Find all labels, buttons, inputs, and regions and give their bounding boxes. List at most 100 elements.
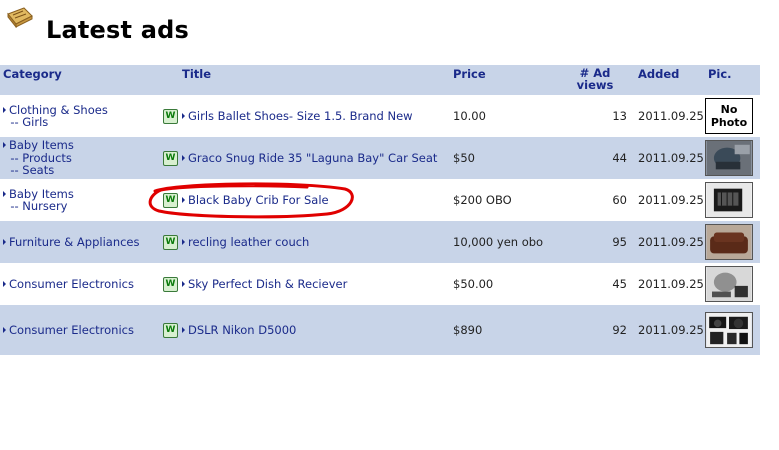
category-text: Consumer Electronics: [9, 276, 134, 291]
triangle-bullet-icon: [182, 196, 185, 203]
pic-cell: [705, 221, 760, 263]
added-cell: 2011.09.25: [630, 95, 705, 137]
added-cell: 2011.09.25: [630, 305, 705, 355]
category-link[interactable]: Baby Items -- Nursery: [3, 187, 157, 213]
w-badge-icon[interactable]: W: [163, 192, 178, 208]
category-cell: Furniture & Appliances: [0, 221, 160, 263]
category-line[interactable]: Consumer Electronics: [3, 278, 157, 291]
table-header-row: Category Title Price # Ad views Added Pi…: [0, 65, 760, 95]
triangle-bullet-icon: [3, 142, 6, 149]
dish-photo[interactable]: [705, 266, 760, 302]
page-header: Latest ads: [0, 0, 779, 60]
price-cell: 10,000 yen obo: [450, 221, 560, 263]
triangle-bullet-icon: [182, 112, 185, 119]
category-link[interactable]: Consumer Electronics: [3, 278, 157, 291]
category-line[interactable]: -- Nursery: [3, 200, 157, 213]
table-row: Baby Items -- Products -- Seats W Graco Sn…: [0, 137, 760, 179]
price-cell: $200 OBO: [450, 179, 560, 221]
w-badge-icon[interactable]: W: [163, 234, 178, 250]
ad-title-link[interactable]: Girls Ballet Shoes- Size 1.5. Brand New: [188, 109, 413, 123]
category-link[interactable]: Furniture & Appliances: [3, 236, 157, 249]
triangle-bullet-icon: [3, 238, 6, 245]
views-cell: 60: [560, 179, 630, 221]
table-row: Furniture & Appliances Wrecling leather c…: [0, 221, 760, 263]
category-text: -- Girls: [10, 115, 49, 129]
triangle-bullet-icon: [3, 280, 6, 287]
ad-title-link[interactable]: Black Baby Crib For Sale: [188, 193, 329, 207]
title-cell: W Graco Snug Ride 35 "Laguna Bay" Car Sea…: [160, 137, 450, 179]
ad-title-link[interactable]: recling leather couch: [188, 235, 309, 249]
w-badge-icon[interactable]: W: [163, 322, 178, 338]
pic-cell: [705, 263, 760, 305]
title-cell: W Black Baby Crib For Sale: [160, 179, 450, 221]
pic-cell: [705, 137, 760, 179]
header-price[interactable]: Price: [450, 65, 560, 95]
crib-photo[interactable]: [705, 182, 760, 218]
title-cell: W DSLR Nikon D5000: [160, 305, 450, 355]
price-cell: $50.00: [450, 263, 560, 305]
views-cell: 92: [560, 305, 630, 355]
triangle-bullet-icon: [182, 154, 185, 161]
triangle-bullet-icon: [182, 326, 185, 333]
category-text: Furniture & Appliances: [9, 234, 140, 249]
table-row: Consumer Electronics W Sky Perfect Dish & …: [0, 263, 760, 305]
triangle-bullet-icon: [3, 106, 6, 113]
views-cell: 44: [560, 137, 630, 179]
triangle-bullet-icon: [3, 190, 6, 197]
no-photo-placeholder[interactable]: No Photo: [705, 98, 753, 134]
title-cell: W Girls Ballet Shoes- Size 1.5. Brand New: [160, 95, 450, 137]
ad-title-link[interactable]: DSLR Nikon D5000: [188, 323, 296, 337]
category-text: -- Nursery: [10, 199, 68, 213]
category-line[interactable]: Furniture & Appliances: [3, 236, 157, 249]
category-cell: Baby Items -- Products -- Seats: [0, 137, 160, 179]
category-link[interactable]: Consumer Electronics: [3, 324, 157, 337]
w-badge-icon[interactable]: W: [163, 108, 178, 124]
header-pic: Pic.: [705, 65, 760, 95]
category-cell: Baby Items -- Nursery: [0, 179, 160, 221]
category-cell: Clothing & Shoes -- Girls: [0, 95, 160, 137]
ad-title-link[interactable]: Graco Snug Ride 35 "Laguna Bay" Car Seat: [188, 151, 437, 165]
header-views-label: # Ad views: [576, 66, 614, 92]
price-cell: $890: [450, 305, 560, 355]
page-title: Latest ads: [46, 16, 190, 44]
header-title[interactable]: Title: [160, 65, 450, 95]
car-seat-photo[interactable]: [705, 140, 760, 176]
category-link[interactable]: Clothing & Shoes -- Girls: [3, 103, 157, 129]
category-line[interactable]: Consumer Electronics: [3, 324, 157, 337]
category-line[interactable]: -- Girls: [3, 116, 157, 129]
header-views[interactable]: # Ad views: [560, 65, 630, 95]
views-cell: 45: [560, 263, 630, 305]
couch-photo[interactable]: [705, 224, 760, 260]
table-row: Baby Items -- Nursery W Black Baby Crib Fo…: [0, 179, 760, 221]
no-photo-text: No Photo: [710, 103, 748, 129]
added-cell: 2011.09.25: [630, 179, 705, 221]
views-cell: 13: [560, 95, 630, 137]
ad-title-link[interactable]: Sky Perfect Dish & Reciever: [188, 277, 347, 291]
category-cell: Consumer Electronics: [0, 263, 160, 305]
title-cell: W Sky Perfect Dish & Reciever: [160, 263, 450, 305]
header-added[interactable]: Added: [630, 65, 705, 95]
pic-cell: [705, 179, 760, 221]
added-cell: 2011.09.25: [630, 137, 705, 179]
triangle-bullet-icon: [182, 238, 185, 245]
category-link[interactable]: Baby Items -- Products -- Seats: [3, 139, 157, 177]
category-text: Consumer Electronics: [9, 322, 134, 337]
camera-photo[interactable]: [705, 312, 760, 348]
header-category[interactable]: Category: [0, 65, 160, 95]
w-badge-icon[interactable]: W: [163, 150, 178, 166]
title-cell: Wrecling leather couch: [160, 221, 450, 263]
table-row: Clothing & Shoes -- Girls W Girls Ballet S…: [0, 95, 760, 137]
added-cell: 2011.09.25: [630, 221, 705, 263]
price-cell: 10.00: [450, 95, 560, 137]
pic-cell: No Photo: [705, 95, 760, 137]
w-badge-icon[interactable]: W: [163, 276, 178, 292]
views-cell: 95: [560, 221, 630, 263]
added-cell: 2011.09.25: [630, 263, 705, 305]
category-line[interactable]: -- Seats: [3, 164, 157, 177]
ad-board-icon: [7, 7, 33, 28]
price-cell: $50: [450, 137, 560, 179]
latest-ads-table: Category Title Price # Ad views Added Pi…: [0, 65, 760, 355]
table-row: Consumer Electronics W DSLR Nikon D5000 $89…: [0, 305, 760, 355]
pic-cell: [705, 305, 760, 355]
category-cell: Consumer Electronics: [0, 305, 160, 355]
